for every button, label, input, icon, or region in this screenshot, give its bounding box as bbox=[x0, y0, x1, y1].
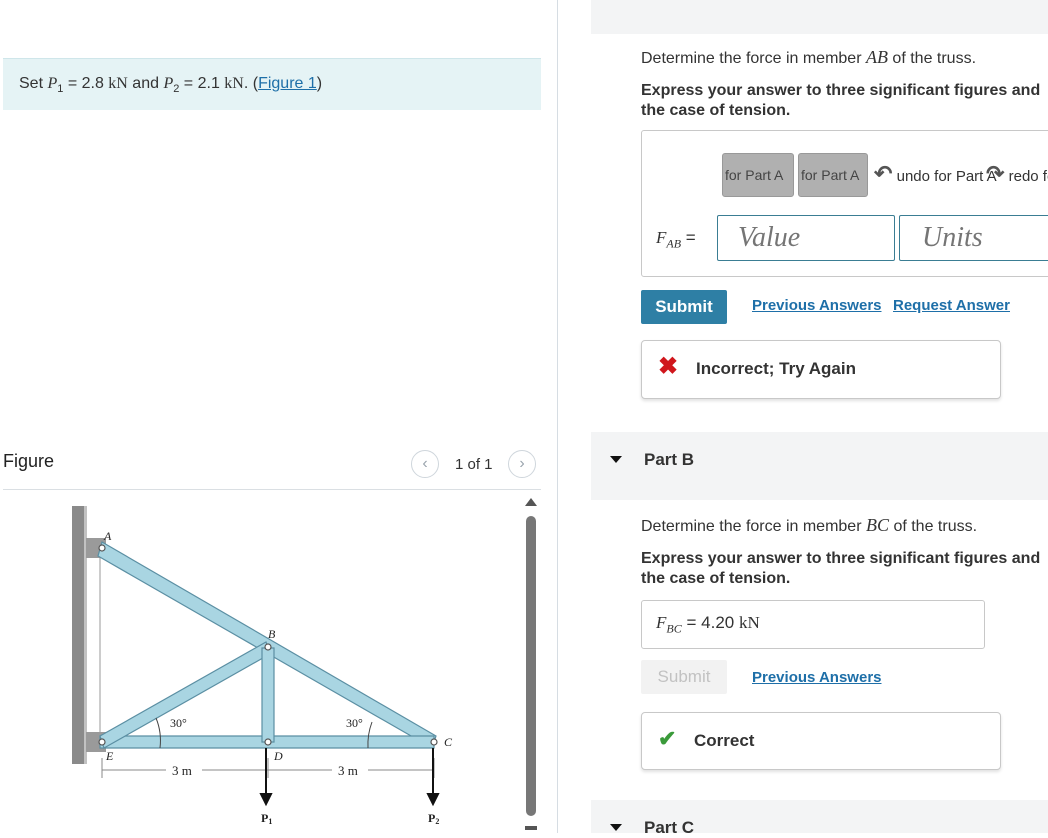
collapse-caret-icon[interactable] bbox=[610, 456, 622, 463]
part-b-question-pre: Determine the force in member bbox=[641, 518, 866, 535]
setup-prefix: Set bbox=[19, 75, 48, 92]
symbols-button-label: for Part A bbox=[801, 167, 860, 183]
part-a-var-subscript: AB bbox=[666, 236, 682, 251]
angle-label-right: 30° bbox=[346, 716, 363, 730]
part-b-member: BC bbox=[865, 515, 889, 535]
part-a-question: Determine the force in member AB of the … bbox=[641, 47, 976, 68]
part-a-question-post: of the truss. bbox=[887, 50, 977, 67]
part-a-answer-box: for Part A for Part A ↶ undo for Part A … bbox=[641, 130, 1048, 277]
redo-label: redo for bbox=[1008, 168, 1048, 185]
pin-a bbox=[98, 544, 106, 552]
figure-divider bbox=[3, 489, 541, 490]
label-a: A bbox=[103, 529, 112, 543]
problem-setup-banner: Set P1 = 2.8 kN and P2 = 2.1 kN. (Figure… bbox=[3, 58, 541, 110]
chevron-left-icon[interactable]: ‹ bbox=[411, 450, 439, 478]
scroll-thumb[interactable] bbox=[526, 516, 536, 816]
part-b-equals: = bbox=[686, 613, 697, 632]
part-b-feedback-text: Correct bbox=[694, 731, 755, 750]
templates-button-label: for Part A bbox=[725, 167, 784, 183]
pin-b bbox=[264, 643, 272, 651]
part-b-submit-button: Submit bbox=[641, 660, 727, 694]
p1-symbol: P bbox=[47, 75, 58, 92]
load-label-p2: P2 bbox=[428, 811, 439, 826]
symbols-button[interactable]: for Part A bbox=[798, 153, 868, 197]
member-bd bbox=[261, 647, 275, 743]
part-b-instructions: Express your answer to three significant… bbox=[641, 550, 1041, 567]
redo-button[interactable]: ↷ redo for bbox=[986, 153, 1048, 195]
wall-support bbox=[72, 506, 84, 764]
part-b-answer-display: FBC = 4.20 kN bbox=[641, 600, 985, 649]
part-b-var-subscript: BC bbox=[666, 621, 682, 636]
scroll-down-icon[interactable] bbox=[525, 826, 537, 830]
value-input[interactable] bbox=[717, 215, 895, 261]
templates-button[interactable]: for Part A bbox=[722, 153, 794, 197]
part-b-var-symbol: F bbox=[656, 613, 667, 632]
panel-divider bbox=[557, 0, 558, 833]
label-b: B bbox=[268, 627, 276, 641]
pin-e bbox=[98, 738, 106, 746]
part-b-title: Part B bbox=[644, 450, 695, 469]
undo-label: undo for Part A bbox=[896, 168, 997, 185]
setup-and: and bbox=[127, 75, 164, 92]
redo-icon: ↷ bbox=[986, 161, 1005, 186]
units-input[interactable] bbox=[899, 215, 1048, 261]
part-b-question-post: of the truss. bbox=[889, 518, 978, 535]
load-label-p1: P1 bbox=[261, 811, 272, 826]
pin-d bbox=[264, 738, 272, 746]
part-a-submit-button[interactable]: Submit bbox=[641, 290, 727, 324]
part-a-instructions-2: the case of tension. bbox=[641, 102, 791, 119]
chevron-right-icon[interactable]: › bbox=[508, 450, 536, 478]
dim-label-right: 3 m bbox=[338, 763, 358, 778]
label-e: E bbox=[105, 749, 114, 763]
part-b-answer: FBC = 4.20 kN bbox=[656, 613, 760, 636]
part-a-member: AB bbox=[865, 47, 888, 67]
collapse-caret-icon[interactable] bbox=[610, 824, 622, 831]
pin-c bbox=[430, 738, 438, 746]
undo-button[interactable]: ↶ undo for Part A bbox=[874, 153, 997, 195]
angle-label-left: 30° bbox=[170, 716, 187, 730]
figure-link[interactable]: Figure 1 bbox=[258, 75, 317, 92]
part-b-feedback: ✔ Correct bbox=[641, 712, 1001, 770]
part-b-previous-answers-link[interactable]: Previous Answers bbox=[752, 669, 882, 686]
part-a-feedback-text: Incorrect; Try Again bbox=[696, 359, 856, 378]
part-a-question-pre: Determine the force in member bbox=[641, 50, 866, 67]
request-answer-link[interactable]: Request Answer bbox=[893, 297, 1010, 314]
part-a-feedback: ✖ Incorrect; Try Again bbox=[641, 340, 1001, 399]
p2-value: = 2.1 bbox=[179, 75, 225, 92]
undo-icon: ↶ bbox=[874, 161, 893, 186]
part-c-title: Part C bbox=[644, 818, 695, 837]
figure-title: Figure bbox=[3, 451, 55, 471]
part-a-previous-answers-link[interactable]: Previous Answers bbox=[752, 297, 882, 314]
member-eb bbox=[99, 641, 271, 749]
p2-unit: kN bbox=[224, 75, 244, 92]
incorrect-x-icon: ✖ bbox=[658, 353, 679, 380]
dim-label-left: 3 m bbox=[172, 763, 192, 778]
p1-unit: kN bbox=[108, 75, 128, 92]
truss-figure: A B C D E 30° 30° 3 m 3 m P1 P2 bbox=[72, 506, 453, 826]
part-b-question: Determine the force in member BC of the … bbox=[641, 515, 977, 536]
load-arrow-p2-head bbox=[426, 793, 440, 807]
part-a-variable-label: FAB = bbox=[656, 228, 696, 251]
part-b-header[interactable]: Part B bbox=[591, 432, 1048, 500]
figure-page-count: 1 of 1 bbox=[455, 456, 493, 473]
setup-open-paren: ( bbox=[248, 75, 259, 92]
label-c: C bbox=[444, 735, 453, 749]
part-a-var-symbol: F bbox=[656, 228, 667, 247]
part-b-answer-value: 4.20 bbox=[701, 613, 735, 632]
part-b-answer-unit: kN bbox=[738, 613, 760, 632]
setup-close-paren: ) bbox=[316, 75, 323, 92]
p1-value: = 2.8 bbox=[63, 75, 109, 92]
label-d: D bbox=[273, 749, 283, 763]
scroll-up-icon[interactable] bbox=[525, 498, 537, 506]
part-a-equals: = bbox=[685, 228, 696, 247]
part-a-instructions: Express your answer to three significant… bbox=[641, 82, 1041, 99]
correct-check-icon: ✔ bbox=[658, 726, 677, 751]
problem-setup-text: Set P1 = 2.8 kN and P2 = 2.1 kN. (Figure… bbox=[19, 75, 322, 95]
part-a-header-bar bbox=[591, 0, 1048, 34]
p2-symbol: P bbox=[163, 75, 174, 92]
load-arrow-p1-head bbox=[259, 793, 273, 807]
part-c-header[interactable]: Part C bbox=[591, 800, 1048, 837]
figure-scrollbar[interactable] bbox=[524, 498, 538, 833]
part-b-instructions-2: the case of tension. bbox=[641, 570, 791, 587]
